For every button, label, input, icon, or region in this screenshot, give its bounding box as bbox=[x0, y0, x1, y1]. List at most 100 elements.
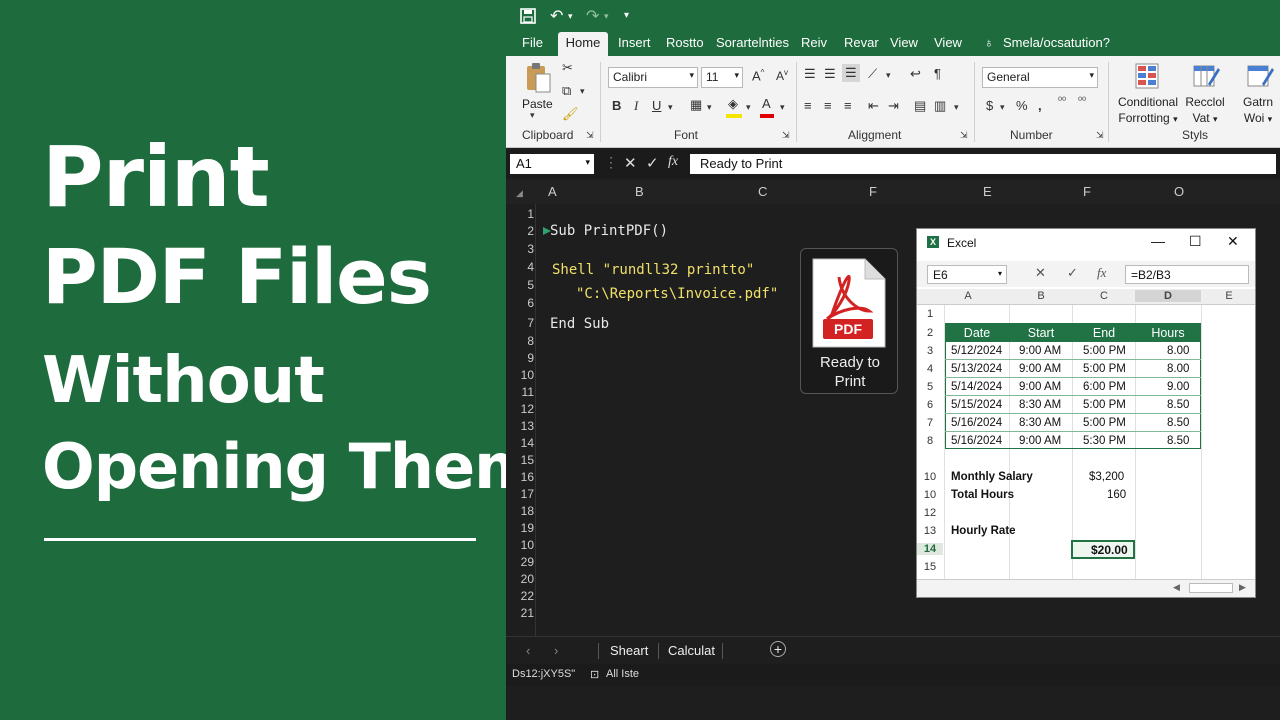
table-header-cell[interactable]: End bbox=[1073, 326, 1135, 340]
table-cell[interactable]: 5/14/2024 bbox=[951, 381, 1002, 393]
table-cell[interactable]: 9:00 AM bbox=[1019, 381, 1061, 393]
sheet-tab[interactable]: Sheart bbox=[610, 643, 648, 658]
tab-view-2[interactable]: View bbox=[934, 35, 962, 50]
align-top-icon[interactable]: ☰ bbox=[804, 66, 816, 82]
popup-column-header[interactable]: C bbox=[1073, 290, 1135, 302]
underline-dropdown-icon[interactable]: ▾ bbox=[668, 102, 673, 113]
row-header[interactable]: 12 bbox=[506, 402, 534, 416]
table-cell[interactable]: 5/16/2024 bbox=[951, 417, 1002, 429]
format-as-table-button[interactable]: Recclol Vat ▾ bbox=[1180, 94, 1230, 127]
row-header[interactable]: 6 bbox=[506, 296, 534, 310]
row-header[interactable]: 22 bbox=[506, 589, 534, 603]
enter-icon[interactable]: ✓ bbox=[1067, 265, 1078, 281]
column-header[interactable]: F bbox=[869, 184, 877, 199]
merge-icon[interactable]: ▥ bbox=[934, 98, 946, 114]
insert-function-icon[interactable]: fx bbox=[1097, 265, 1106, 281]
popup-name-box[interactable]: E6 ▾ bbox=[927, 265, 1007, 284]
orientation-dropdown-icon[interactable]: ▾ bbox=[886, 70, 891, 81]
decrease-decimal-icon[interactable]: ⁰⁰ bbox=[1078, 96, 1086, 107]
row-header[interactable]: 15 bbox=[506, 453, 534, 467]
row-header[interactable]: 9 bbox=[506, 351, 534, 365]
copy-dropdown-icon[interactable]: ▾ bbox=[580, 86, 585, 97]
row-header[interactable]: 17 bbox=[506, 487, 534, 501]
select-all-icon[interactable]: ◢ bbox=[516, 188, 523, 199]
font-color-icon[interactable]: A bbox=[762, 96, 771, 111]
copy-icon[interactable]: ⧉ bbox=[562, 83, 571, 99]
currency-icon[interactable]: $ bbox=[986, 98, 993, 113]
number-format-select[interactable]: General ▾ bbox=[982, 67, 1098, 88]
wrap-text-icon[interactable]: ↩ bbox=[910, 66, 921, 82]
total-hours-value[interactable]: 160 bbox=[1107, 489, 1126, 501]
popup-row-header[interactable]: 3 bbox=[917, 345, 943, 357]
table-cell[interactable]: 9:00 AM bbox=[1019, 435, 1061, 447]
increase-decimal-icon[interactable]: ⁰⁰ bbox=[1058, 96, 1066, 107]
tab-view[interactable]: View bbox=[890, 35, 918, 50]
tab-insert[interactable]: Insert bbox=[618, 35, 651, 50]
bold-button[interactable]: B bbox=[612, 98, 621, 113]
row-header[interactable]: 3 bbox=[506, 242, 534, 256]
font-size-select[interactable]: 11 ▾ bbox=[701, 67, 743, 88]
popup-formula-input[interactable]: =B2/B3 bbox=[1125, 265, 1249, 284]
table-cell[interactable]: 8.50 bbox=[1167, 435, 1189, 447]
fill-color-dropdown-icon[interactable]: ▾ bbox=[746, 102, 751, 113]
close-icon[interactable]: ✕ bbox=[1227, 233, 1239, 250]
cell-styles-icon[interactable] bbox=[1246, 62, 1274, 90]
column-header[interactable]: O bbox=[1174, 184, 1184, 199]
column-header[interactable]: C bbox=[758, 184, 767, 199]
row-header[interactable]: 1 bbox=[506, 207, 534, 221]
maximize-icon[interactable]: ☐ bbox=[1189, 233, 1202, 250]
popup-row-header[interactable]: 15 bbox=[917, 561, 943, 573]
popup-column-header[interactable]: B bbox=[1011, 290, 1071, 302]
table-cell[interactable]: 8:30 AM bbox=[1019, 399, 1061, 411]
table-cell[interactable]: 5/15/2024 bbox=[951, 399, 1002, 411]
conditional-formatting-button[interactable]: Conditional Forrotting ▾ bbox=[1116, 94, 1180, 127]
next-sheet-icon[interactable]: › bbox=[554, 643, 558, 658]
font-launcher-icon[interactable]: ⇲ bbox=[782, 130, 790, 141]
table-cell[interactable]: 5:30 PM bbox=[1083, 435, 1126, 447]
popup-row-header[interactable]: 10 bbox=[917, 471, 943, 483]
table-cell[interactable]: 8.00 bbox=[1167, 345, 1189, 357]
increase-indent-icon[interactable]: ⇥ bbox=[888, 98, 899, 114]
number-launcher-icon[interactable]: ⇲ bbox=[1096, 130, 1104, 141]
align-middle-icon[interactable]: ☰ bbox=[824, 66, 836, 82]
italic-button[interactable]: I bbox=[634, 98, 638, 114]
table-cell[interactable]: 6:00 PM bbox=[1083, 381, 1126, 393]
total-hours-label[interactable]: Total Hours bbox=[951, 489, 1014, 501]
tab-revar[interactable]: Revar bbox=[844, 35, 879, 50]
name-box[interactable]: A1 ▾ bbox=[510, 154, 594, 174]
popup-column-header[interactable]: D bbox=[1135, 290, 1201, 302]
tell-me-search[interactable]: Smela/ocsatution? bbox=[1003, 35, 1110, 50]
row-header[interactable]: 18 bbox=[506, 504, 534, 518]
column-header[interactable]: E bbox=[983, 184, 992, 199]
row-header[interactable]: 4 bbox=[506, 260, 534, 274]
popup-row-header[interactable]: 4 bbox=[917, 363, 943, 375]
cell-styles-button[interactable]: Gatrn Woi ▾ bbox=[1238, 94, 1278, 127]
conditional-formatting-icon[interactable] bbox=[1134, 62, 1160, 90]
popup-row-header[interactable]: 14 bbox=[917, 543, 943, 555]
column-header[interactable]: A bbox=[548, 184, 557, 199]
clipboard-launcher-icon[interactable]: ⇲ bbox=[586, 130, 594, 141]
merge-center-icon[interactable]: ▤ bbox=[914, 98, 926, 114]
sheet-tab[interactable]: Calculat bbox=[668, 643, 715, 658]
align-center-icon[interactable]: ≡ bbox=[824, 98, 832, 113]
row-header[interactable]: 11 bbox=[506, 385, 534, 399]
borders-icon[interactable]: ▦ bbox=[690, 97, 702, 113]
row-header[interactable]: 29 bbox=[506, 555, 534, 569]
popup-column-header[interactable]: A bbox=[945, 290, 991, 302]
popup-row-header[interactable]: 6 bbox=[917, 399, 943, 411]
table-cell[interactable]: 5:00 PM bbox=[1083, 363, 1126, 375]
align-right-icon[interactable]: ≡ bbox=[844, 98, 852, 113]
percent-icon[interactable]: % bbox=[1016, 98, 1028, 113]
accessibility-icon[interactable]: ⊡ bbox=[590, 668, 599, 681]
grow-font-icon[interactable]: A^ bbox=[752, 68, 764, 83]
enter-icon[interactable]: ✓ bbox=[646, 154, 659, 172]
font-name-select[interactable]: Calibri ▾ bbox=[608, 67, 698, 88]
paste-icon[interactable] bbox=[524, 62, 552, 94]
underline-button[interactable]: U bbox=[652, 98, 661, 113]
row-header[interactable]: 16 bbox=[506, 470, 534, 484]
shrink-font-icon[interactable]: Av bbox=[776, 68, 788, 83]
borders-dropdown-icon[interactable]: ▾ bbox=[707, 102, 712, 113]
popup-row-header[interactable]: 1 bbox=[917, 308, 943, 320]
fill-color-icon[interactable]: ◈ bbox=[728, 96, 738, 112]
table-header-cell[interactable]: Start bbox=[1010, 326, 1072, 340]
